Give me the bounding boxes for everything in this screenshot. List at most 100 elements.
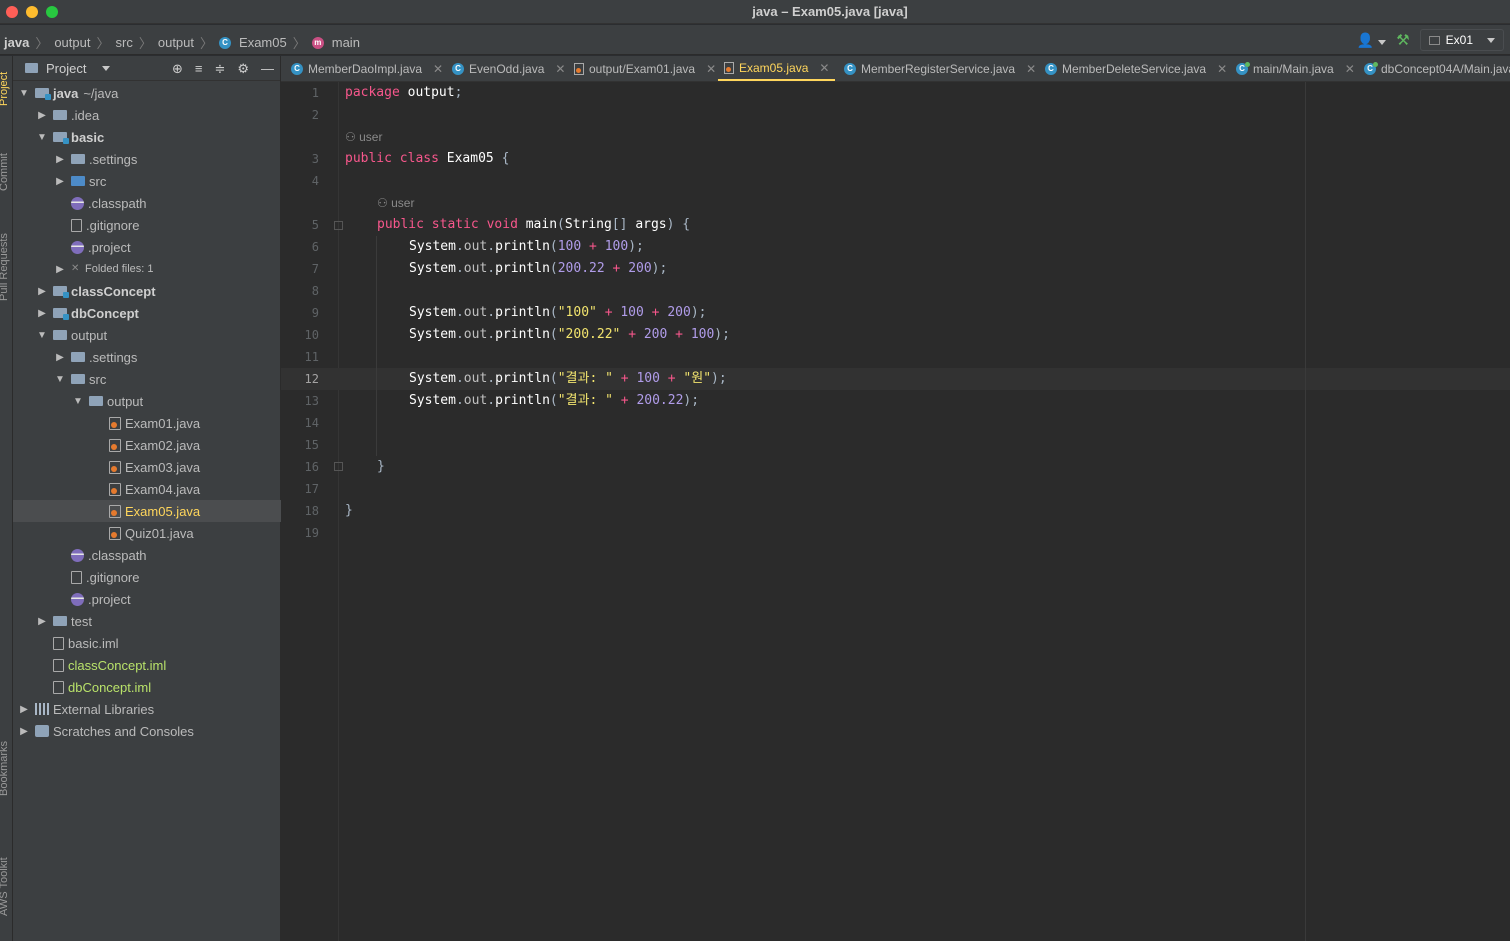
breadcrumb-item[interactable]: Exam05 [239,35,287,50]
tree-item[interactable]: Exam02.java [13,434,281,456]
code-line: public class Exam05 { [345,151,510,166]
tree-item-selected[interactable]: Exam05.java [13,500,281,522]
chevron-right-icon[interactable]: ▶ [35,284,49,298]
fold-marker-icon[interactable] [334,462,343,471]
stripe-tab-aws-toolkit[interactable]: AWS Toolkit [0,857,10,916]
editor-tab[interactable]: output/Exam01.java ✕ [574,56,716,81]
tree-item[interactable]: ▶ Scratches and Consoles [13,720,281,742]
tree-item[interactable]: ▶ dbConcept [13,302,281,324]
tree-item-label: output [71,327,108,343]
chevron-right-icon[interactable]: ▶ [53,262,67,276]
breadcrumb-item[interactable]: src [116,35,133,50]
tree-item[interactable]: .gitignore [13,214,281,236]
chevron-down-icon[interactable]: ▼ [17,86,31,100]
editor-tab[interactable]: C MemberDaoImpl.java ✕ [291,56,443,81]
tree-item[interactable]: ▼ src [13,368,281,390]
breadcrumb-item[interactable]: output [54,35,90,50]
tree-item-label: src [89,173,107,189]
chevron-right-icon[interactable]: ▶ [17,724,31,738]
code-editor[interactable] [339,82,1510,941]
chevron-down-icon[interactable]: ▼ [53,372,67,386]
chevron-down-icon[interactable]: ▼ [35,328,49,342]
chevron-right-icon[interactable]: ▶ [35,614,49,628]
chevron-right-icon[interactable]: ▶ [53,152,67,166]
tree-item[interactable]: Exam01.java [13,412,281,434]
scratches-icon [35,725,49,737]
identifier: println [495,327,550,342]
editor-tab[interactable]: C dbConcept04A/Main.java [1364,56,1510,81]
fold-marker-icon[interactable] [334,221,343,230]
stripe-tab-project[interactable]: Project [0,72,10,106]
tree-item[interactable]: ▶ .settings [13,148,281,170]
close-icon[interactable]: ✕ [1026,62,1036,76]
collapse-all-icon[interactable]: ≑ [214,61,225,77]
close-icon[interactable]: ✕ [1217,62,1227,76]
chevron-down-icon[interactable]: ▼ [35,130,49,144]
gear-icon[interactable]: ⚙ [237,61,249,77]
locate-file-icon[interactable]: ⊕ [172,61,183,77]
tree-item[interactable]: ▶ .settings [13,346,281,368]
tree-item-label: .settings [89,349,138,365]
close-icon[interactable]: ✕ [819,61,829,75]
tree-item[interactable]: Quiz01.java [13,522,281,544]
tree-item[interactable]: ▼ output [13,324,281,346]
code-line: } [345,503,353,518]
tree-item[interactable]: .project [13,588,281,610]
stripe-tab-pull-requests[interactable]: Pull Requests [0,233,10,301]
project-view-selector[interactable]: Project [46,61,86,76]
tree-item[interactable]: ▶ src [13,170,281,192]
tree-item[interactable]: ▶ classConcept [13,280,281,302]
number-literal: 100 [604,239,629,254]
tree-item[interactable]: ▼ java ~/java [13,82,281,104]
tree-item[interactable]: Exam04.java [13,478,281,500]
editor-tab[interactable]: C EvenOdd.java ✕ [452,56,565,81]
tree-item[interactable]: ▶ ✕ Folded files: 1 [13,258,281,280]
user-icon[interactable]: 👤 [1357,32,1387,49]
tree-item[interactable]: ▶ .idea [13,104,281,126]
editor-tab-active[interactable]: Exam05.java ✕ [718,56,836,81]
tree-item[interactable]: ▼ basic [13,126,281,148]
chevron-right-icon: 〉 [138,36,152,51]
chevron-right-icon[interactable]: ▶ [17,702,31,716]
tab-label: EvenOdd.java [469,62,545,76]
chevron-down-icon[interactable] [102,65,111,71]
tree-item[interactable]: ▶ test [13,610,281,632]
author-name: user [391,196,415,210]
tree-item[interactable]: basic.iml [13,632,281,654]
tree-item[interactable]: classConcept.iml [13,654,281,676]
editor-tab[interactable]: C MemberRegisterService.java ✕ [844,56,1036,81]
author-hint[interactable]: ⚇ user [377,192,414,214]
tree-item[interactable]: .classpath [13,192,281,214]
tree-item[interactable]: dbConcept.iml [13,676,281,698]
author-hint[interactable]: ⚇ user [345,126,382,148]
tree-item[interactable]: .classpath [13,544,281,566]
author-name: user [359,130,383,144]
close-icon[interactable]: ✕ [555,62,565,76]
build-hammer-icon[interactable]: ⚒ [1396,31,1409,49]
identifier: System [409,261,456,276]
close-icon[interactable]: ✕ [433,62,443,76]
run-configuration-select[interactable]: Ex01 [1419,29,1504,51]
chevron-right-icon[interactable]: ▶ [53,350,67,364]
chevron-down-icon[interactable]: ▼ [71,394,85,408]
close-icon[interactable]: ✕ [706,62,716,76]
breadcrumb-item[interactable]: output [158,35,194,50]
tree-item[interactable]: .gitignore [13,566,281,588]
tree-item[interactable]: Exam03.java [13,456,281,478]
close-icon[interactable]: ✕ [1345,62,1355,76]
expand-all-icon[interactable]: ≡ [195,61,203,77]
editor-tab[interactable]: C MemberDeleteService.java ✕ [1045,56,1227,81]
line-number: 16 [304,460,319,474]
chevron-right-icon[interactable]: ▶ [53,174,67,188]
breadcrumb-item[interactable]: main [332,35,360,50]
tree-item[interactable]: .project [13,236,281,258]
hide-panel-icon[interactable]: — [261,61,274,77]
breadcrumb-item[interactable]: java [4,35,29,50]
chevron-right-icon[interactable]: ▶ [35,108,49,122]
stripe-tab-bookmarks[interactable]: Bookmarks [0,741,10,796]
tree-item[interactable]: ▼ output [13,390,281,412]
chevron-right-icon[interactable]: ▶ [35,306,49,320]
editor-tab[interactable]: C main/Main.java ✕ [1236,56,1355,81]
stripe-tab-commit[interactable]: Commit [0,153,10,191]
tree-item[interactable]: ▶ External Libraries [13,698,281,720]
